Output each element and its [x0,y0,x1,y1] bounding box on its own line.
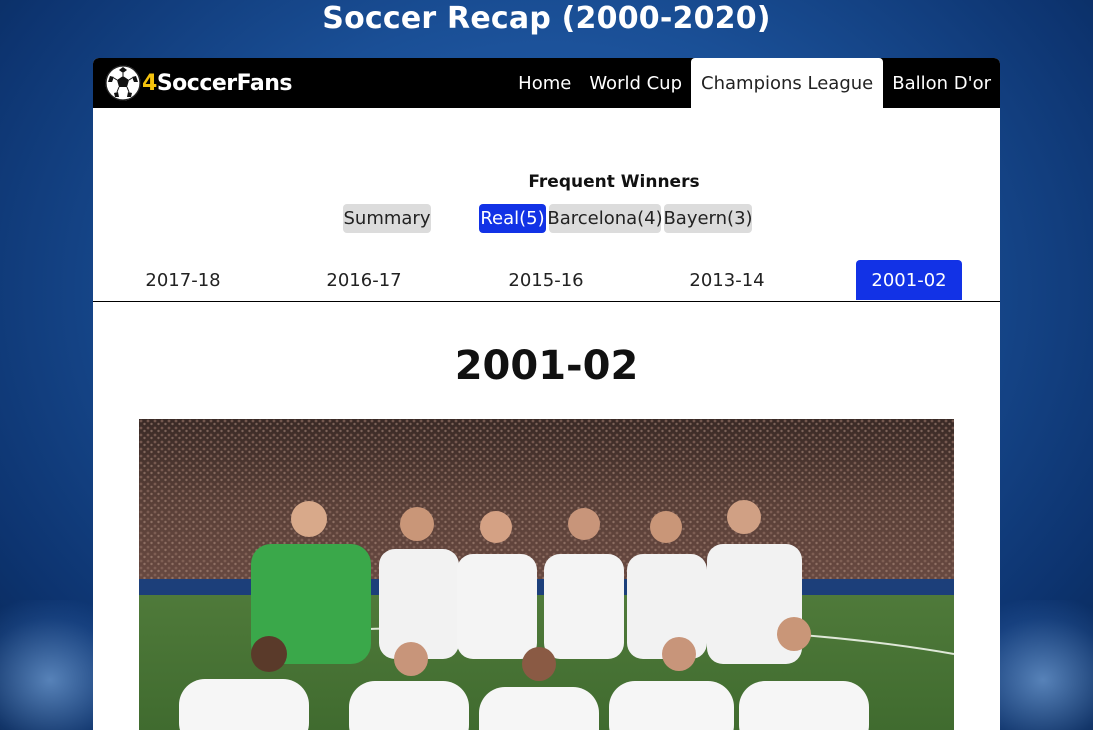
nav-ballon-dor[interactable]: Ballon D'or [883,58,1000,108]
brand-name: 4SoccerFans [142,71,292,96]
brand-prefix: 4 [142,70,157,96]
brand-logo[interactable]: 4SoccerFans [105,65,292,101]
summary-button[interactable]: Summary [343,204,431,233]
club-barcelona-button[interactable]: Barcelona(4) [547,204,663,233]
tab-season-2016-17[interactable]: 2016-17 [319,260,409,300]
season-tabs: 2017-18 2016-17 2015-16 2013-14 2001-02 [93,260,1000,302]
tab-season-2013-14[interactable]: 2013-14 [682,260,772,300]
navbar: 4SoccerFans Home World Cup Champions Lea… [93,58,1000,108]
nav-home[interactable]: Home [509,58,580,108]
nav-links: Home World Cup Champions League Ballon D… [509,58,1000,108]
tab-season-2017-18[interactable]: 2017-18 [138,260,228,300]
brand-wordmark: SoccerFans [156,70,293,96]
club-bayern-button[interactable]: Bayern(3) [663,204,753,233]
main-panel: 4SoccerFans Home World Cup Champions Lea… [93,58,1000,730]
soccer-ball-icon [105,65,141,101]
site-title: Soccer Recap (2000-2020) [322,1,771,36]
nav-world-cup[interactable]: World Cup [580,58,691,108]
tab-season-2015-16[interactable]: 2015-16 [501,260,591,300]
club-real-button[interactable]: Real(5) [479,204,546,233]
team-photo [139,419,954,730]
tab-season-2001-02[interactable]: 2001-02 [856,260,962,300]
nav-champions-league[interactable]: Champions League [691,58,884,108]
team-photo-image [139,419,954,730]
frequent-winners-heading: Frequent Winners [528,172,700,192]
season-title: 2001-02 [454,343,639,389]
